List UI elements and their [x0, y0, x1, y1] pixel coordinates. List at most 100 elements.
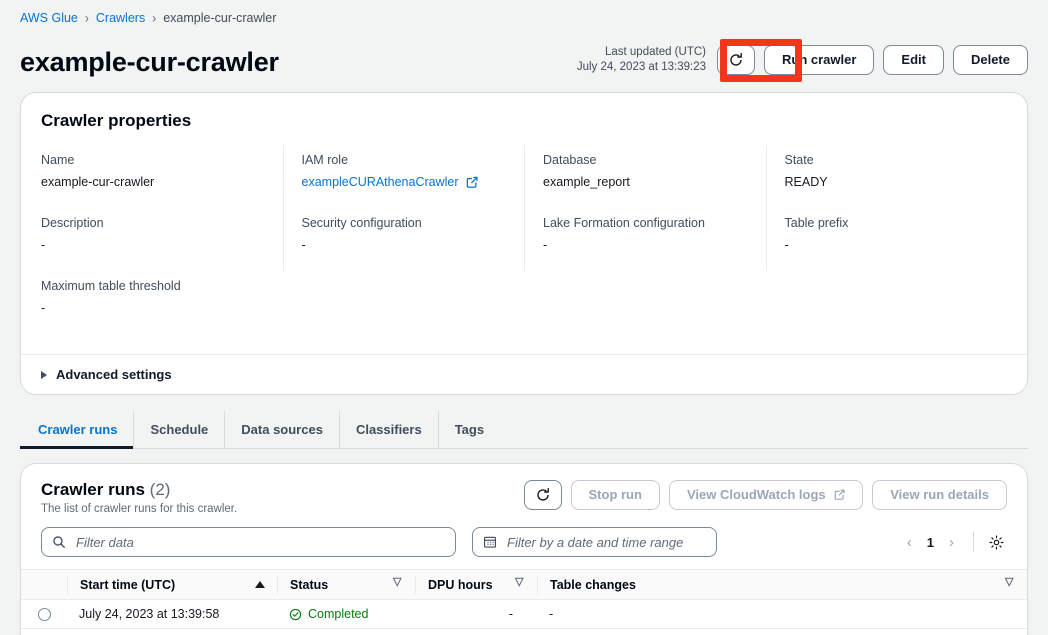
column-header-label: Table changes — [550, 577, 636, 592]
property-value: READY — [784, 175, 828, 189]
tab-classifiers[interactable]: Classifiers — [340, 411, 439, 448]
column-table-changes[interactable]: Table changes — [537, 569, 1027, 600]
status-badge: Completed — [289, 607, 403, 621]
refresh-button[interactable] — [716, 45, 755, 75]
edit-button[interactable]: Edit — [883, 45, 944, 75]
crawler-runs-card: Crawler runs (2) The list of crawler run… — [20, 463, 1028, 635]
cell-table-changes: - — [537, 599, 1027, 629]
property-lake-formation-configuration: Lake Formation configuration - — [524, 208, 766, 271]
column-header-label: DPU hours — [428, 577, 493, 592]
pager-divider — [973, 532, 974, 552]
cell-status: Completed — [277, 629, 415, 635]
crawler-runs-title: Crawler runs (2) — [41, 480, 237, 500]
sort-none-icon — [393, 577, 403, 588]
row-select-cell[interactable] — [21, 599, 67, 629]
advanced-settings-label: Advanced settings — [56, 367, 172, 382]
page-header: example-cur-crawler Last updated (UTC) J… — [0, 25, 1048, 82]
advanced-settings-toggle[interactable]: Advanced settings — [21, 354, 1027, 394]
property-label: Lake Formation configuration — [543, 216, 705, 230]
table-header-row: Start time (UTC) Status DPU hours — [21, 569, 1027, 600]
external-link-icon — [834, 489, 845, 500]
cell-start-time: July 24, 2023 at 13:39:58 — [67, 599, 277, 629]
search-icon — [52, 535, 66, 549]
last-updated-label: Last updated (UTC) — [604, 46, 706, 58]
table-body: July 24, 2023 at 13:39:58 Completed - - — [21, 599, 1027, 635]
refresh-icon — [525, 487, 561, 503]
filter-data-field[interactable] — [41, 527, 456, 557]
crawler-runs-count: (2) — [149, 480, 171, 499]
property-label: Security configuration — [301, 216, 422, 230]
property-value: - — [543, 238, 548, 252]
previous-page-icon[interactable]: ‹ — [900, 534, 919, 551]
property-iam-role: IAM role exampleCURAthenaCrawler — [282, 145, 525, 208]
sort-none-icon — [1005, 577, 1015, 588]
table-row[interactable]: July 23, 2023 at 04:35:22 Completed 0.05… — [21, 629, 1027, 635]
view-cloudwatch-logs-label: View CloudWatch logs — [686, 487, 826, 502]
property-maximum-table-threshold: Maximum table threshold - — [41, 271, 283, 334]
properties-grid: Name example-cur-crawler IAM role exampl… — [41, 145, 1007, 334]
run-crawler-button[interactable]: Run crawler — [763, 45, 875, 75]
sort-none-icon — [515, 577, 525, 588]
search-input[interactable] — [74, 533, 445, 551]
last-updated-block: Last updated (UTC) July 24, 2023 at 13:3… — [577, 45, 706, 75]
property-value-link[interactable]: exampleCURAthenaCrawler — [302, 173, 509, 192]
runs-refresh-button[interactable] — [523, 480, 562, 510]
last-updated-value: July 24, 2023 at 13:39:23 — [576, 61, 706, 73]
property-value: - — [784, 238, 789, 252]
property-label: State — [784, 153, 814, 167]
row-radio-button[interactable] — [37, 608, 51, 622]
view-run-details-button[interactable]: View run details — [872, 480, 1007, 510]
breadcrumb-separator-icon: › — [84, 9, 89, 27]
crawler-properties-body: Name example-cur-crawler IAM role exampl… — [21, 131, 1027, 354]
tab-schedule[interactable]: Schedule — [134, 411, 226, 448]
page-number[interactable]: 1 — [925, 535, 936, 550]
tab-tags[interactable]: Tags — [439, 411, 500, 448]
column-start-time[interactable]: Start time (UTC) — [67, 569, 277, 600]
row-select-cell[interactable] — [21, 629, 67, 635]
breadcrumb-item-aws-glue[interactable]: AWS Glue — [20, 11, 78, 25]
property-label: Name — [41, 153, 75, 167]
column-header-label: Status — [290, 577, 329, 592]
page-title: example-cur-crawler — [20, 47, 279, 77]
delete-button[interactable]: Delete — [952, 45, 1028, 75]
breadcrumb-item-current: example-cur-crawler — [163, 11, 277, 25]
cell-start-time: July 23, 2023 at 04:35:22 — [67, 629, 277, 635]
sort-ascending-icon — [255, 581, 265, 588]
date-range-filter-field[interactable] — [472, 527, 717, 557]
refresh-icon — [718, 52, 754, 68]
column-header-label: Start time (UTC) — [80, 577, 176, 592]
table-header: Start time (UTC) Status DPU hours — [21, 569, 1027, 600]
table-row[interactable]: July 24, 2023 at 13:39:58 Completed - - — [21, 599, 1027, 629]
crawler-properties-card: Crawler properties Name example-cur-craw… — [20, 92, 1028, 395]
column-status[interactable]: Status — [277, 569, 415, 600]
chevron-right-icon — [41, 370, 47, 379]
tab-crawler-runs[interactable]: Crawler runs — [20, 411, 135, 449]
column-select — [21, 569, 67, 600]
crawler-properties-title: Crawler properties — [41, 111, 192, 130]
property-value: - — [41, 238, 46, 252]
view-cloudwatch-logs-button[interactable]: View CloudWatch logs — [668, 480, 864, 510]
cell-table-changes: - — [537, 629, 1027, 635]
external-link-icon — [466, 176, 478, 188]
cell-dpu-hours: - — [415, 599, 537, 629]
tab-data-sources[interactable]: Data sources — [225, 411, 340, 448]
status-success-icon — [289, 608, 302, 621]
property-value: example-cur-crawler — [41, 175, 155, 189]
breadcrumb-item-crawlers[interactable]: Crawlers — [96, 11, 145, 25]
gear-icon[interactable] — [986, 534, 1007, 551]
pagination: ‹ 1 › — [900, 532, 1007, 552]
crawler-runs-heading-block: Crawler runs (2) The list of crawler run… — [41, 480, 237, 515]
cell-dpu-hours: 0.055 — [415, 629, 537, 635]
property-name: Name example-cur-crawler — [41, 145, 283, 208]
column-dpu-hours[interactable]: DPU hours — [415, 569, 537, 600]
property-table-prefix: Table prefix - — [765, 208, 1008, 271]
property-state: State READY — [765, 145, 1008, 208]
stop-run-button[interactable]: Stop run — [570, 480, 660, 510]
calendar-icon — [483, 535, 497, 549]
next-page-icon[interactable]: › — [942, 534, 961, 551]
date-range-input[interactable] — [505, 533, 706, 551]
property-label: IAM role — [301, 153, 349, 167]
status-text: Completed — [308, 607, 369, 621]
crawler-runs-actions: Stop run View CloudWatch logs View run d… — [523, 480, 1007, 510]
cell-status: Completed — [277, 599, 415, 629]
